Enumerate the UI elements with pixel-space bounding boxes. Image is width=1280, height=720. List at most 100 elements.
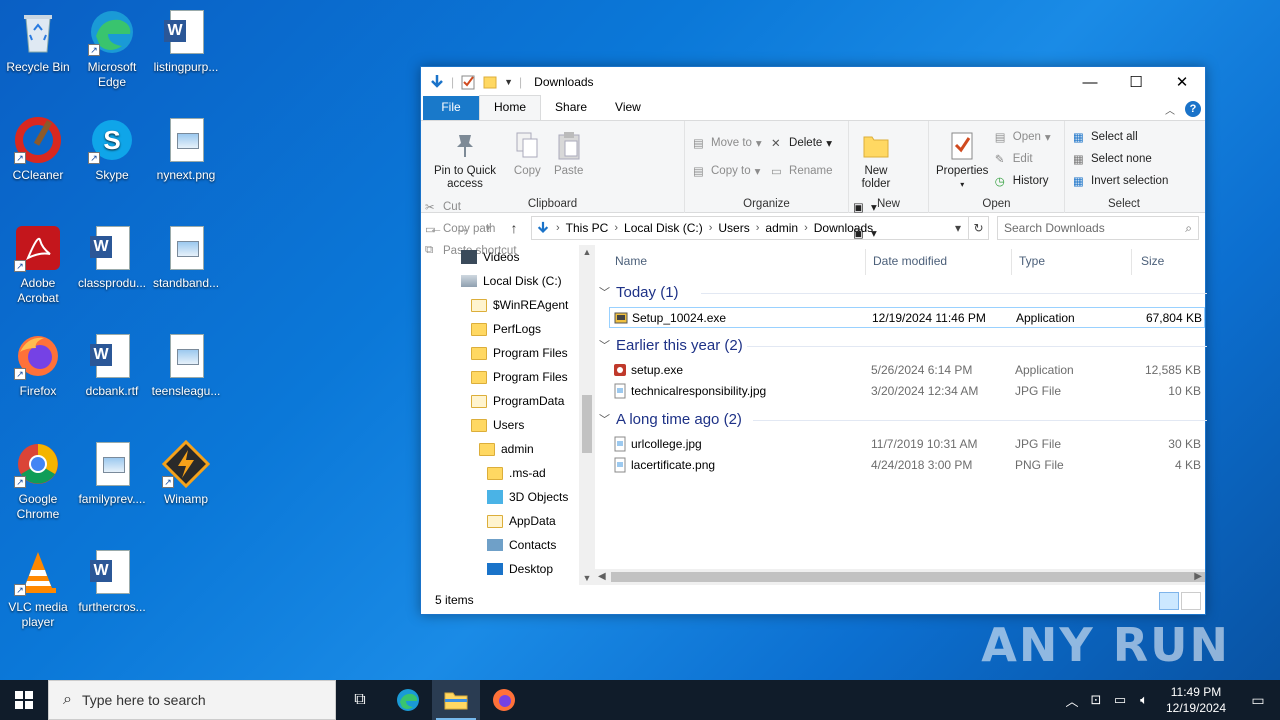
select-all-button[interactable]: ▦ Select all — [1073, 129, 1168, 145]
breadcrumb-users[interactable]: Users — [718, 221, 749, 235]
horizontal-scrollbar[interactable]: ◀ ▶ — [595, 569, 1205, 585]
tree-item-local-disk[interactable]: Local Disk (C:) — [461, 269, 562, 293]
taskbar-file-explorer-button[interactable] — [432, 680, 480, 720]
tree-item-videos[interactable]: Videos — [461, 245, 519, 269]
paste-button[interactable]: Paste — [550, 125, 588, 182]
search-input[interactable]: Search Downloads ⌕ — [997, 216, 1199, 240]
maximize-button[interactable]: ☐ — [1113, 67, 1159, 97]
close-button[interactable]: ✕ — [1159, 67, 1205, 97]
select-none-button[interactable]: ▦ Select none — [1073, 151, 1168, 167]
navigation-scrollbar[interactable]: ▲ ▼ — [579, 245, 595, 585]
address-bar[interactable]: › This PC › Local Disk (C:) › Users › ad… — [531, 216, 989, 240]
tree-item-winreagent[interactable]: $WinREAgent — [471, 293, 568, 317]
refresh-icon[interactable]: ↻ — [968, 217, 988, 239]
clock[interactable]: 11:49 PM 12/19/2024 — [1156, 684, 1236, 716]
breadcrumb-this-pc[interactable]: This PC — [566, 221, 609, 235]
scroll-left-icon[interactable]: ◀ — [598, 571, 606, 582]
scroll-down-icon[interactable]: ▼ — [579, 573, 595, 583]
group-header-earlier-this-year[interactable]: ﹀ Earlier this year (2) — [599, 334, 743, 356]
invert-selection-button[interactable]: ▦ Invert selection — [1073, 173, 1168, 189]
tab-file[interactable]: File — [423, 96, 479, 120]
acrobat-desktop-icon[interactable]: ↗ Adobe Acrobat — [0, 224, 76, 306]
customize-toolbar-chevron-icon[interactable]: ▼ — [504, 77, 513, 87]
tab-share[interactable]: Share — [541, 96, 601, 120]
column-date-modified[interactable]: Date modified — [873, 245, 947, 277]
device-icon[interactable]: ⊡ — [1084, 692, 1108, 708]
breadcrumb-local-disk[interactable]: Local Disk (C:) — [624, 221, 703, 235]
collapse-ribbon-chevron-icon[interactable]: ︿ — [1165, 102, 1175, 117]
start-button[interactable] — [0, 680, 48, 720]
column-name[interactable]: Name — [615, 245, 647, 277]
scroll-up-icon[interactable]: ▲ — [579, 247, 595, 257]
tree-item-perflogs[interactable]: PerfLogs — [471, 317, 541, 341]
teensleagu-desktop-icon[interactable]: teensleagu... — [148, 332, 224, 399]
edit-button[interactable]: ✎ Edit — [995, 151, 1051, 167]
nynext-desktop-icon[interactable]: nynext.png — [148, 116, 224, 183]
properties-check-icon[interactable] — [460, 74, 476, 90]
new-folder-icon[interactable] — [482, 74, 498, 90]
tree-item-program-files-x86[interactable]: Program Files — [471, 365, 568, 389]
breadcrumb-admin[interactable]: admin — [765, 221, 798, 235]
group-header-long-time-ago[interactable]: ﹀ A long time ago (2) — [599, 408, 742, 430]
easy-access-button[interactable]: ▣ ▾ — [853, 225, 877, 241]
column-type[interactable]: Type — [1019, 245, 1045, 277]
ccleaner-desktop-icon[interactable]: ↗ CCleaner — [0, 116, 76, 183]
furthercros-desktop-icon[interactable]: W furthercros... — [74, 548, 150, 615]
taskbar-edge-button[interactable] — [384, 680, 432, 720]
tree-item-contacts[interactable]: Contacts — [487, 533, 556, 557]
file-row[interactable]: technicalresponsibility.jpg 3/20/2024 12… — [609, 381, 1205, 402]
open-button[interactable]: ▤ Open ▾ — [995, 129, 1051, 145]
tree-item-admin[interactable]: admin — [479, 437, 534, 461]
large-icons-view-icon[interactable] — [1181, 592, 1201, 610]
copy-to-button[interactable]: ▤ Copy to ▾ — [693, 163, 762, 179]
tree-item-programdata[interactable]: ProgramData — [471, 389, 564, 413]
vlc-desktop-icon[interactable]: ↗ VLC media player — [0, 548, 76, 630]
familyprev-desktop-icon[interactable]: familyprev.... — [74, 440, 150, 507]
tree-item-users[interactable]: Users — [471, 413, 524, 437]
delete-button[interactable]: ✕ Delete ▾ — [771, 135, 832, 151]
rename-button[interactable]: ▭ Rename — [771, 163, 832, 179]
new-folder-button[interactable]: New folder — [853, 125, 899, 195]
details-view-icon[interactable] — [1159, 592, 1179, 610]
tree-item-appdata[interactable]: AppData — [487, 509, 556, 533]
tree-item-ms-ad[interactable]: .ms-ad — [487, 461, 546, 485]
tab-view[interactable]: View — [601, 96, 655, 120]
skype-desktop-icon[interactable]: S ↗ Skype — [74, 116, 150, 183]
dcbank-desktop-icon[interactable]: W dcbank.rtf — [74, 332, 150, 399]
task-view-button[interactable]: ⧉ — [336, 680, 384, 720]
scrollbar-thumb[interactable] — [611, 572, 1205, 582]
file-row[interactable]: Setup_10024.exe 12/19/2024 11:46 PM Appl… — [609, 307, 1205, 328]
address-dropdown-chevron-icon[interactable]: ▾ — [948, 217, 968, 239]
tree-item-program-files[interactable]: Program Files — [471, 341, 568, 365]
tree-item-3d-objects[interactable]: 3D Objects — [487, 485, 568, 509]
file-row[interactable]: urlcollege.jpg 11/7/2019 10:31 AM JPG Fi… — [609, 434, 1205, 455]
edge-desktop-icon[interactable]: ↗ Microsoft Edge — [74, 8, 150, 90]
volume-icon[interactable]: 🔈︎ — [1132, 692, 1156, 708]
tree-item-desktop[interactable]: Desktop — [487, 557, 553, 581]
group-header-today[interactable]: ﹀ Today (1) — [599, 281, 679, 303]
tab-home[interactable]: Home — [479, 95, 542, 120]
taskbar-search-input[interactable]: ⌕ Type here to search — [48, 680, 336, 720]
show-hidden-icons-chevron-icon[interactable]: ︿ — [1060, 691, 1084, 710]
properties-button[interactable]: Properties ▾ — [933, 125, 991, 195]
notifications-button[interactable]: ▭ — [1236, 692, 1280, 709]
column-size[interactable]: Size — [1141, 245, 1164, 277]
copy-button[interactable]: Copy — [508, 125, 546, 182]
listingpurp-desktop-icon[interactable]: W listingpurp... — [148, 8, 224, 75]
taskbar-firefox-button[interactable] — [480, 680, 528, 720]
standband-desktop-icon[interactable]: standband... — [148, 224, 224, 291]
classprodu-desktop-icon[interactable]: W classprodu... — [74, 224, 150, 291]
move-to-button[interactable]: ▤ Move to ▾ — [693, 135, 762, 151]
recycle-bin-desktop-icon[interactable]: Recycle Bin — [0, 8, 76, 75]
winamp-desktop-icon[interactable]: ↗ Winamp — [148, 439, 224, 507]
firefox-desktop-icon[interactable]: ↗ Firefox — [0, 332, 76, 399]
minimize-button[interactable]: — — [1067, 67, 1113, 97]
help-icon[interactable]: ? — [1185, 101, 1201, 117]
chrome-desktop-icon[interactable]: ↗ Google Chrome — [0, 440, 76, 522]
network-icon[interactable]: ▭ — [1108, 692, 1132, 708]
pin-to-quick-access-button[interactable]: Pin to Quick access — [425, 125, 505, 195]
scrollbar-thumb[interactable] — [582, 395, 592, 453]
history-button[interactable]: ◷ History — [995, 173, 1051, 189]
scroll-right-icon[interactable]: ▶ — [1194, 571, 1202, 582]
file-row[interactable]: setup.exe 5/26/2024 6:14 PM Application … — [609, 360, 1205, 381]
